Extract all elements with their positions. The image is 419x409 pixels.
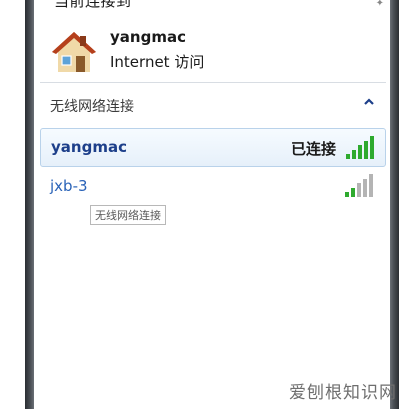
signal-bar (357, 183, 361, 197)
signal-strength-icon (345, 173, 375, 197)
watermark: 爱刨根知识网 (289, 383, 397, 403)
network-name: jxb-3 (50, 177, 88, 195)
wireless-section-label: 无线网络连接 (50, 99, 134, 115)
signal-bar (345, 192, 349, 197)
current-network-name: yangmac (110, 28, 186, 46)
signal-bar (363, 178, 367, 197)
signal-bar (364, 140, 368, 159)
signal-bar (352, 149, 356, 159)
connection-status: 已连接 (291, 140, 337, 158)
network-item-jxb-3[interactable]: jxb-3 (40, 170, 384, 202)
section-divider (40, 82, 386, 83)
signal-bar (351, 187, 355, 197)
chevron-up-icon[interactable] (362, 95, 376, 109)
network-name: yangmac (51, 138, 127, 156)
signal-bar (369, 174, 373, 197)
signal-bar (370, 136, 374, 159)
current-network-access: Internet 访问 (110, 53, 205, 71)
pin-icon[interactable]: ✦ (376, 0, 384, 9)
network-flyout-panel: 当前连接到 ✦ yangmac Internet 访问 无线网络连接 yangm… (34, 0, 390, 409)
current-connection: yangmac Internet 访问 (40, 10, 384, 80)
signal-bar (358, 145, 362, 159)
wireless-section-header[interactable]: 无线网络连接 (40, 88, 386, 122)
tooltip: 无线网络连接 (90, 205, 166, 225)
window-right-border (390, 0, 399, 409)
signal-bar (346, 154, 350, 159)
window-left-border (25, 0, 34, 409)
signal-strength-icon (346, 135, 376, 159)
network-item-yangmac[interactable]: yangmac 已连接 (40, 128, 386, 167)
house-icon (52, 32, 96, 72)
